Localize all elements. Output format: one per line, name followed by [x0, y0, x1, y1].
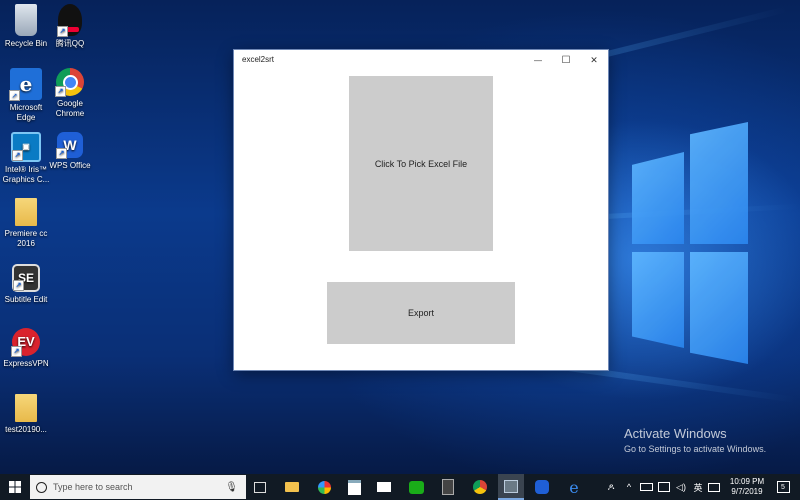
edge-icon: e: [569, 477, 579, 497]
windows-logo-pane: [632, 152, 684, 244]
pick-excel-file-button[interactable]: Click To Pick Excel File: [349, 76, 493, 251]
volume-icon: ◁): [676, 481, 686, 492]
edge-taskbar-button[interactable]: e: [562, 474, 586, 500]
desktop-icon-qq[interactable]: ↗ 腾讯QQ: [44, 4, 96, 49]
start-button[interactable]: [0, 474, 30, 500]
expressvpn-icon: EV ↗: [11, 328, 40, 357]
windows-start-icon: [9, 481, 21, 493]
chrome-icon: ↗: [55, 68, 84, 97]
close-icon: ✕: [590, 54, 598, 65]
clock[interactable]: 10:09 PM 9/7/2019: [724, 474, 770, 500]
chrome-icon: [473, 480, 487, 494]
people-button[interactable]: ዶ: [602, 474, 620, 500]
watermark-title: Activate Windows: [624, 426, 727, 441]
volume-button[interactable]: ◁): [673, 474, 689, 500]
shortcut-arrow-icon: ↗: [12, 150, 23, 161]
maximize-icon: ☐: [561, 54, 571, 66]
desktop-icon-expressvpn[interactable]: EV ↗ ExpressVPN: [0, 328, 52, 369]
clock-date: 9/7/2019: [731, 487, 763, 496]
battery-icon: [639, 483, 653, 491]
task-view-icon: [254, 481, 266, 493]
battery-button[interactable]: [638, 474, 654, 500]
network-button[interactable]: [656, 474, 672, 500]
language-indicator: 英: [693, 482, 703, 493]
desktop-icon-chrome[interactable]: ↗ Google Chrome: [44, 68, 96, 119]
search-box[interactable]: Type here to search 🎙: [30, 475, 246, 499]
title-bar[interactable]: excel2srt — ☐ ✕: [234, 50, 608, 70]
people-icon: ዶ: [607, 481, 615, 492]
file-explorer-icon: [285, 482, 299, 492]
shortcut-arrow-icon: ↗: [55, 86, 66, 97]
desktop-background: Recycle Bin ↗ 腾讯QQ e ↗ Microsoft Edge ↗ G…: [0, 0, 800, 474]
desktop-icon-wps-office[interactable]: W ↗ WPS Office: [44, 132, 96, 171]
pick-excel-file-label: Click To Pick Excel File: [374, 158, 468, 169]
subtitle-edit-icon: SE ↗: [12, 264, 40, 292]
chevron-up-icon: ^: [626, 482, 632, 492]
wps-office-icon: W ↗: [56, 132, 83, 159]
shortcut-arrow-icon: ↗: [56, 148, 67, 159]
input-language-button[interactable]: 英: [690, 474, 706, 500]
mail-button[interactable]: [372, 474, 396, 500]
window-title: excel2srt: [242, 55, 275, 64]
notification-count: 5: [781, 483, 785, 491]
wps-taskbar-button[interactable]: [530, 474, 554, 500]
show-hidden-icons-button[interactable]: ^: [622, 474, 636, 500]
shortcut-arrow-icon: ↗: [57, 26, 68, 37]
mail-icon: [377, 482, 391, 492]
export-button[interactable]: Export: [327, 282, 515, 344]
shortcut-arrow-icon: ↗: [9, 90, 20, 101]
watermark-subtitle: Go to Settings to activate Windows.: [624, 444, 767, 454]
shortcut-arrow-icon: ↗: [13, 280, 24, 291]
minimize-icon: —: [534, 55, 542, 65]
close-button[interactable]: ✕: [580, 50, 608, 70]
taskbar: Type here to search 🎙 e ዶ ^ ◁) 英 10:09 P…: [0, 474, 800, 500]
intel-graphics-icon: ▣ ↗: [11, 132, 41, 162]
calculator-button[interactable]: [436, 474, 460, 500]
windows-logo-pane: [690, 252, 748, 364]
folder-icon: [15, 394, 37, 422]
search-placeholder: Type here to search: [53, 482, 133, 492]
minimize-button[interactable]: —: [524, 50, 552, 70]
qq-icon: ↗: [57, 4, 82, 37]
wps-icon: [535, 480, 549, 494]
desktop-icon-test-folder[interactable]: test20190...: [0, 394, 52, 435]
activate-windows-watermark: Activate Windows Go to Settings to activ…: [624, 426, 766, 454]
wechat-button[interactable]: [404, 474, 428, 500]
notification-icon: 5: [776, 481, 790, 493]
input-method-button[interactable]: [706, 474, 722, 500]
store-button[interactable]: [342, 474, 366, 500]
app-window: excel2srt — ☐ ✕ Click To Pick Excel File…: [234, 50, 608, 370]
windows-logo-pane: [690, 122, 748, 244]
network-icon: [658, 482, 670, 492]
maximize-button[interactable]: ☐: [552, 50, 580, 70]
export-label: Export: [407, 308, 434, 318]
edge-icon: e ↗: [9, 68, 42, 101]
clock-time: 10:09 PM: [729, 477, 765, 486]
paint-button[interactable]: [312, 474, 336, 500]
calculator-icon: [442, 479, 454, 495]
desktop-icon-premiere-folder[interactable]: Premiere cc 2016: [0, 198, 52, 249]
chrome-taskbar-button[interactable]: [468, 474, 492, 500]
keyboard-icon: [708, 482, 720, 492]
excel2srt-taskbar-button[interactable]: [498, 474, 524, 500]
store-icon: [347, 479, 361, 495]
action-center-button[interactable]: 5: [772, 474, 794, 500]
desktop-icon-subtitle-edit[interactable]: SE ↗ Subtitle Edit: [0, 264, 52, 305]
excel2srt-app-icon: [504, 479, 518, 493]
microphone-icon: 🎙: [225, 481, 238, 493]
folder-icon: [15, 198, 37, 226]
paint-icon: [317, 480, 331, 494]
recycle-bin-icon: [15, 4, 37, 36]
windows-logo-pane: [632, 252, 684, 348]
file-explorer-button[interactable]: [280, 474, 304, 500]
shortcut-arrow-icon: ↗: [11, 346, 22, 357]
task-view-button[interactable]: [248, 474, 272, 500]
wechat-icon: [408, 480, 424, 494]
search-icon: [36, 481, 47, 493]
